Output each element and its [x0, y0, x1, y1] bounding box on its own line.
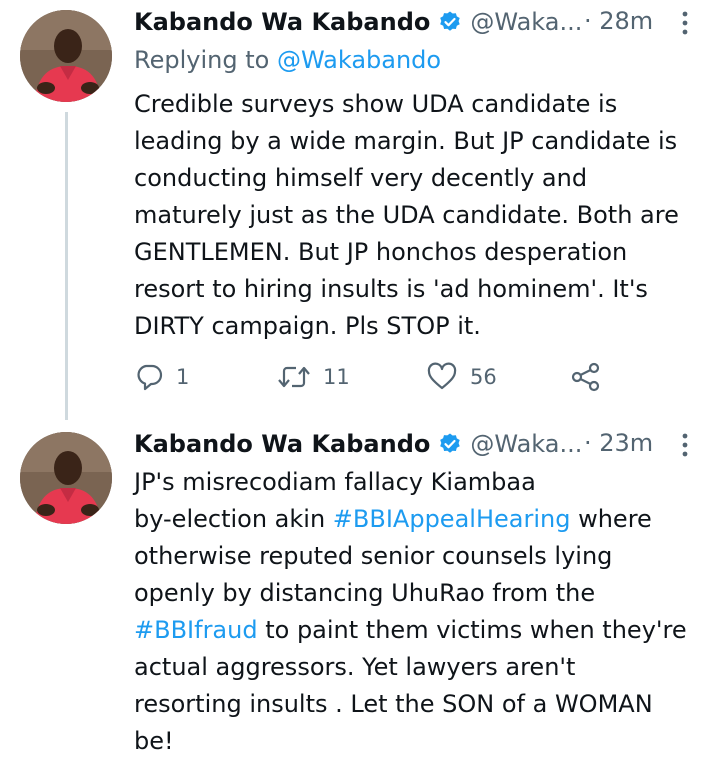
replying-to-handle-link[interactable]: @Wakabando: [277, 46, 441, 74]
reply-icon: [137, 364, 163, 391]
avatar[interactable]: [20, 432, 112, 524]
share-icon: [571, 362, 600, 392]
more-options-icon[interactable]: [680, 10, 690, 36]
reply-count: 1: [176, 365, 190, 389]
tweet-text: Credible surveys show UDA candidate is l…: [134, 90, 679, 340]
replying-to-label: Replying to: [134, 46, 277, 74]
share-button[interactable]: [570, 362, 602, 392]
author-handle[interactable]: @Waka...: [470, 430, 582, 458]
tweet-timestamp[interactable]: · 23m: [584, 429, 653, 457]
author-name[interactable]: Kabando Wa Kabando: [134, 430, 430, 458]
avatar[interactable]: [20, 10, 112, 102]
tweet-2[interactable]: Kabando Wa Kabando @Waka... · 23m JP's m…: [0, 420, 720, 755]
reply-button[interactable]: 1: [134, 362, 189, 392]
verified-badge-icon: [438, 432, 462, 456]
author-handle[interactable]: @Waka...: [470, 8, 582, 36]
avatar-photo: [20, 10, 112, 102]
hashtag-link[interactable]: #BBIAppealHearing: [333, 505, 571, 533]
heart-icon: [427, 362, 457, 390]
retweet-icon: [278, 366, 310, 388]
thread-connector-line: [65, 112, 68, 420]
verified-badge-icon: [438, 10, 462, 34]
author-name[interactable]: Kabando Wa Kabando: [134, 8, 430, 36]
tweet-header: Kabando Wa Kabando @Waka...: [134, 426, 582, 462]
tweet-actions: 1 11 56: [134, 362, 614, 394]
hashtag-link[interactable]: #BBIfraud: [134, 616, 258, 644]
tweet-header: Kabando Wa Kabando @Waka...: [134, 4, 582, 40]
like-count: 56: [470, 365, 497, 389]
like-button[interactable]: 56: [426, 362, 497, 392]
tweet-text: JP's misrecodiam fallacy Kiambaa by-elec…: [134, 464, 714, 760]
tweet-1[interactable]: Kabando Wa Kabando @Waka... · 28m Replyi…: [0, 0, 720, 420]
avatar-photo: [20, 432, 112, 524]
tweet-timestamp[interactable]: · 28m: [584, 7, 653, 35]
more-options-icon[interactable]: [680, 432, 690, 458]
replying-to: Replying to @Wakabando: [134, 46, 441, 74]
retweet-button[interactable]: 11: [277, 362, 350, 392]
retweet-count: 11: [323, 365, 350, 389]
